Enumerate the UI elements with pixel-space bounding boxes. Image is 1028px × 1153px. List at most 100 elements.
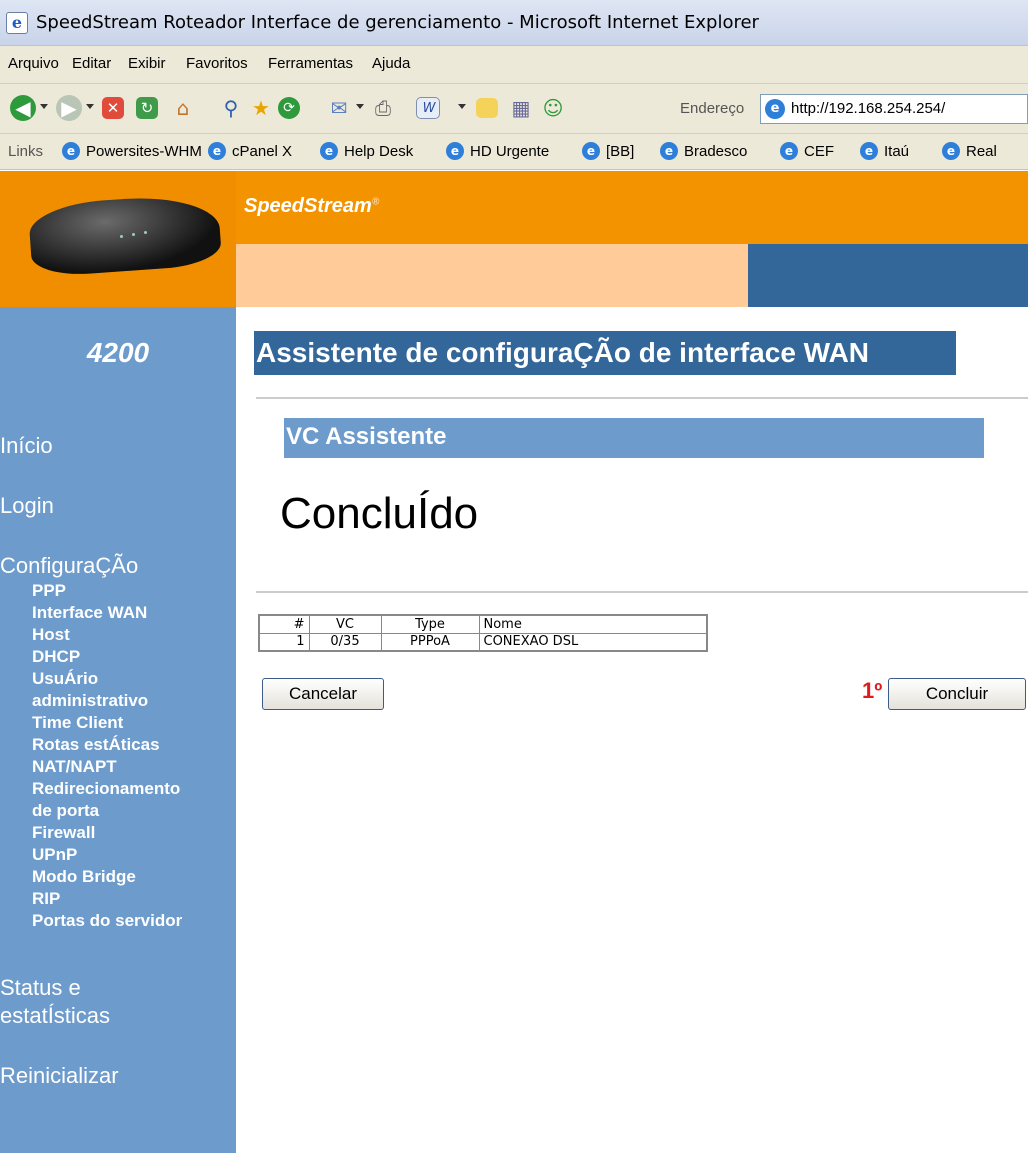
cell-vc: 0/35 bbox=[308, 632, 382, 652]
menu-editar[interactable]: Editar bbox=[72, 55, 111, 72]
link-bb[interactable]: e [BB] bbox=[582, 142, 634, 160]
menu-bar: Arquivo Editar Exibir Favoritos Ferramen… bbox=[0, 46, 1028, 84]
search-icon[interactable]: ⚲ bbox=[218, 95, 244, 121]
word-icon[interactable]: W bbox=[416, 97, 440, 119]
mail-icon[interactable]: ✉ bbox=[326, 95, 352, 121]
menu-exibir[interactable]: Exibir bbox=[128, 55, 166, 72]
menu-ferramentas[interactable]: Ferramentas bbox=[268, 55, 353, 72]
print-icon[interactable]: ⎙ bbox=[370, 95, 396, 121]
ie-link-icon: e bbox=[780, 142, 798, 160]
nav-dhcp[interactable]: DHCP bbox=[32, 647, 80, 667]
nav-firewall[interactable]: Firewall bbox=[32, 823, 95, 843]
cell-type: PPPoA bbox=[380, 632, 480, 652]
nav-time-client[interactable]: Time Client bbox=[32, 713, 123, 733]
home-icon[interactable]: ⌂ bbox=[170, 95, 196, 121]
finish-button[interactable]: Concluir bbox=[888, 678, 1026, 710]
forward-icon[interactable]: ▶ bbox=[56, 95, 82, 121]
links-label: Links bbox=[8, 143, 44, 160]
ie-link-icon: e bbox=[320, 142, 338, 160]
nav-redirecionamento-line2[interactable]: de porta bbox=[32, 801, 99, 821]
ie-link-icon: e bbox=[62, 142, 80, 160]
link-cef[interactable]: e CEF bbox=[780, 142, 834, 160]
link-help-desk[interactable]: e Help Desk bbox=[320, 142, 413, 160]
address-label: Endereço bbox=[680, 100, 745, 117]
nav-host[interactable]: Host bbox=[32, 625, 70, 645]
nav-rotas-estaticas[interactable]: Rotas estÁticas bbox=[32, 735, 160, 755]
links-bar: Links e Powersites-WHM e cPanel X e Help De… bbox=[0, 134, 1028, 170]
model-number: 4200 bbox=[86, 337, 150, 368]
modem-image bbox=[0, 171, 236, 307]
internet-explorer-icon: e bbox=[6, 12, 28, 34]
address-url[interactable]: http://192.168.254.254/ bbox=[791, 100, 945, 117]
menu-arquivo[interactable]: Arquivo bbox=[8, 55, 59, 72]
back-dropdown-icon[interactable] bbox=[40, 104, 48, 109]
ie-link-icon: e bbox=[660, 142, 678, 160]
window-title-bar: e SpeedStream Roteador Interface de gere… bbox=[0, 0, 1028, 46]
nav-status-line2[interactable]: estatÍsticas bbox=[0, 1003, 110, 1029]
column-header-nome: Nome bbox=[478, 614, 708, 634]
research-icon[interactable]: ▦ bbox=[508, 95, 534, 121]
address-bar[interactable]: e http://192.168.254.254/ bbox=[760, 94, 1028, 124]
nav-usuario-administrativo[interactable]: UsuÁrio bbox=[32, 669, 98, 689]
ie-link-icon: e bbox=[942, 142, 960, 160]
link-powersites-whm[interactable]: e Powersites-WHM bbox=[62, 142, 202, 160]
vc-table: # VC Type Nome 1 0/35 PPPoA CONEXAO DSL bbox=[258, 614, 708, 652]
stop-icon[interactable]: ✕ bbox=[102, 97, 124, 119]
edit-dropdown-icon[interactable] bbox=[458, 104, 466, 109]
page-title: Assistente de configuraÇÃo de interface … bbox=[254, 331, 956, 375]
history-icon[interactable]: ⟳ bbox=[278, 97, 300, 119]
column-header-number: # bbox=[258, 614, 310, 634]
favorites-icon[interactable]: ★ bbox=[248, 95, 274, 121]
forward-dropdown-icon[interactable] bbox=[86, 104, 94, 109]
modem-led bbox=[132, 233, 135, 236]
mail-dropdown-icon[interactable] bbox=[356, 104, 364, 109]
nav-configuracao[interactable]: ConfiguraÇÃo bbox=[0, 553, 138, 579]
ie-link-icon: e bbox=[582, 142, 600, 160]
link-real[interactable]: e Real bbox=[942, 142, 997, 160]
nav-portas-do-servidor[interactable]: Portas do servidor bbox=[32, 911, 182, 931]
table-header-row: # VC Type Nome bbox=[258, 614, 708, 634]
page-content: SpeedStream® 4200 Início Login Configura… bbox=[0, 171, 1028, 1153]
nav-usuario-administrativo-line2[interactable]: administrativo bbox=[32, 691, 148, 711]
cell-nome: CONEXAO DSL bbox=[478, 632, 708, 652]
menu-ajuda[interactable]: Ajuda bbox=[372, 55, 410, 72]
nav-redirecionamento[interactable]: Redirecionamento bbox=[32, 779, 180, 799]
ie-link-icon: e bbox=[446, 142, 464, 160]
link-hd-urgente[interactable]: e HD Urgente bbox=[446, 142, 549, 160]
page-icon: e bbox=[765, 99, 785, 119]
nav-ppp[interactable]: PPP bbox=[32, 581, 66, 601]
step-marker: 1º bbox=[862, 678, 883, 703]
link-itau[interactable]: e Itaú bbox=[860, 142, 909, 160]
nav-status[interactable]: Status e bbox=[0, 975, 81, 1001]
nav-nat-napt[interactable]: NAT/NAPT bbox=[32, 757, 117, 777]
brand-logo: SpeedStream® bbox=[244, 195, 380, 217]
column-header-type: Type bbox=[380, 614, 480, 634]
folder-icon[interactable] bbox=[476, 98, 498, 118]
divider bbox=[256, 397, 1028, 399]
cancel-button[interactable]: Cancelar bbox=[262, 678, 384, 710]
nav-inicio[interactable]: Início bbox=[0, 433, 53, 459]
ie-link-icon: e bbox=[860, 142, 878, 160]
modem-device bbox=[27, 192, 223, 278]
modem-led bbox=[120, 235, 123, 238]
menu-favoritos[interactable]: Favoritos bbox=[186, 55, 248, 72]
window-title: SpeedStream Roteador Interface de gerenc… bbox=[36, 12, 759, 33]
back-icon[interactable]: ◀ bbox=[10, 95, 36, 121]
nav-modo-bridge[interactable]: Modo Bridge bbox=[32, 867, 136, 887]
ie-link-icon: e bbox=[208, 142, 226, 160]
nav-reinicializar[interactable]: Reinicializar bbox=[0, 1063, 119, 1089]
refresh-icon[interactable]: ↻ bbox=[136, 97, 158, 119]
toolbar: ◀ ▶ ✕ ↻ ⌂ ⚲ ★ ⟳ ✉ ⎙ W ▦ ☺ Endereço e htt… bbox=[0, 84, 1028, 134]
divider bbox=[256, 591, 1028, 593]
nav-login[interactable]: Login bbox=[0, 493, 54, 519]
section-title: VC Assistente bbox=[284, 418, 984, 458]
link-bradesco[interactable]: e Bradesco bbox=[660, 142, 747, 160]
link-cpanel-x[interactable]: e cPanel X bbox=[208, 142, 292, 160]
nav-upnp[interactable]: UPnP bbox=[32, 845, 77, 865]
nav-interface-wan[interactable]: Interface WAN bbox=[32, 603, 147, 623]
cell-number: 1 bbox=[258, 632, 310, 652]
messenger-icon[interactable]: ☺ bbox=[540, 95, 566, 121]
nav-rip[interactable]: RIP bbox=[32, 889, 60, 909]
column-header-vc: VC bbox=[308, 614, 382, 634]
table-row: 1 0/35 PPPoA CONEXAO DSL bbox=[258, 632, 708, 652]
